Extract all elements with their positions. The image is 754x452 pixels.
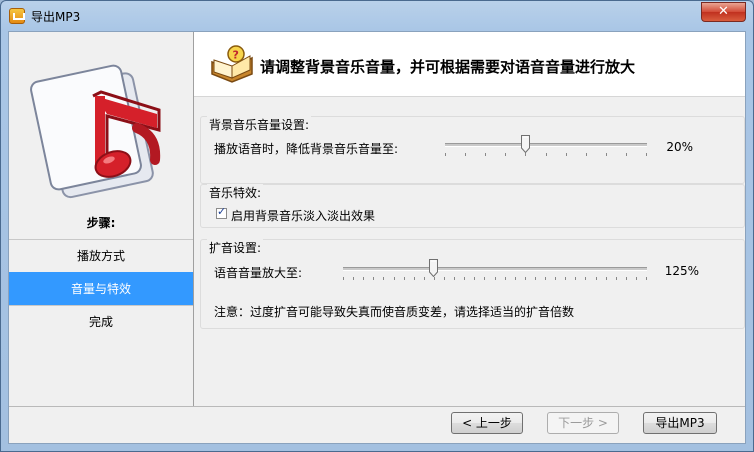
slider-tick xyxy=(525,277,526,280)
slider-tick xyxy=(636,277,637,280)
slider-tick xyxy=(454,277,455,280)
amplify-value: 125% xyxy=(664,264,699,278)
slider-tick xyxy=(535,277,536,280)
slider-tick xyxy=(464,277,465,280)
slider-tick xyxy=(515,277,516,280)
slider-tick xyxy=(444,277,445,280)
step-finish[interactable]: 完成 xyxy=(9,305,193,338)
slider-tick xyxy=(596,277,597,280)
slider-tick xyxy=(616,277,617,280)
slider-tick xyxy=(555,277,556,280)
slider-tick xyxy=(424,277,425,280)
slider-thumb[interactable] xyxy=(521,135,530,154)
slider-tick xyxy=(434,277,435,280)
book-help-icon: ? xyxy=(208,44,256,84)
slider-tick xyxy=(606,277,607,280)
export-mp3-window: 导出MP3 ✕ 步骤: 播放方式 音量与特效 完成 ? 请调整背景音乐音量，并可… xyxy=(0,0,754,452)
slider-tick xyxy=(404,277,405,280)
bg-volume-label: 播放语音时，降低背景音乐音量至: xyxy=(214,142,399,156)
bg-volume-group: 背景音乐音量设置: 播放语音时，降低背景音乐音量至: 20% xyxy=(200,116,745,184)
step-playback-mode[interactable]: 播放方式 xyxy=(9,239,193,272)
slider-tick xyxy=(343,277,344,280)
slider-tick xyxy=(646,153,647,156)
slider-tick xyxy=(545,277,546,280)
effects-group: 音乐特效: 启用背景音乐淡入淡出效果 xyxy=(200,184,745,228)
amplify-group: 扩音设置: 语音音量放大至: 125% 注意：过度扩音可能导致失真而使音质变差，… xyxy=(200,239,745,329)
fade-checkbox[interactable] xyxy=(216,205,227,219)
slider-tick xyxy=(505,153,506,156)
slider-tick xyxy=(465,153,466,156)
header-instruction: 请调整背景音乐音量，并可根据需要对语音音量进行放大 xyxy=(260,58,636,76)
amplify-group-title: 扩音设置: xyxy=(207,239,264,256)
amplify-slider[interactable] xyxy=(343,259,647,281)
bg-volume-slider[interactable] xyxy=(445,135,647,157)
amplify-note: 注意：过度扩音可能导致失真而使音质变差，请选择适当的扩音倍数 xyxy=(214,305,575,319)
svg-text:?: ? xyxy=(233,49,239,62)
slider-tick xyxy=(586,153,587,156)
slider-tick xyxy=(575,277,576,280)
music-note-icon xyxy=(9,32,193,202)
slider-tick xyxy=(606,153,607,156)
slider-tick xyxy=(525,153,526,156)
prev-button[interactable]: < 上一步 xyxy=(451,412,523,434)
slider-tick xyxy=(565,277,566,280)
title-bar[interactable]: 导出MP3 ✕ xyxy=(1,1,753,31)
footer-divider xyxy=(9,406,745,407)
slider-tick xyxy=(484,277,485,280)
slider-tick xyxy=(353,277,354,280)
slider-tick xyxy=(646,277,647,280)
app-crown-icon xyxy=(9,8,25,24)
bg-volume-value: 20% xyxy=(666,140,693,154)
dialog-client-area: 步骤: 播放方式 音量与特效 完成 ? 请调整背景音乐音量，并可根据需要对语音音… xyxy=(8,31,746,444)
bg-volume-group-title: 背景音乐音量设置: xyxy=(207,116,312,133)
slider-tick xyxy=(363,277,364,280)
slider-ticks xyxy=(343,277,647,281)
step-volume-effects[interactable]: 音量与特效 xyxy=(9,272,193,305)
page-header: ? 请调整背景音乐音量，并可根据需要对语音音量进行放大 xyxy=(194,32,745,97)
export-mp3-button[interactable]: 导出MP3 xyxy=(643,412,717,434)
steps-label: 步骤: xyxy=(86,216,116,230)
slider-tick xyxy=(626,153,627,156)
slider-tick xyxy=(566,153,567,156)
slider-tick xyxy=(626,277,627,280)
slider-tick xyxy=(394,277,395,280)
slider-tick xyxy=(414,277,415,280)
slider-tick xyxy=(485,153,486,156)
slider-tick xyxy=(383,277,384,280)
slider-tick xyxy=(445,153,446,156)
slider-thumb[interactable] xyxy=(429,259,438,278)
slider-tick xyxy=(546,153,547,156)
slider-tick xyxy=(474,277,475,280)
amplify-label: 语音音量放大至: xyxy=(214,266,303,280)
slider-tick xyxy=(373,277,374,280)
fade-checkbox-label[interactable]: 启用背景音乐淡入淡出效果 xyxy=(231,207,375,224)
effects-group-title: 音乐特效: xyxy=(207,184,264,201)
close-button[interactable]: ✕ xyxy=(701,2,746,22)
slider-tick xyxy=(505,277,506,280)
sidebar: 步骤: 播放方式 音量与特效 完成 xyxy=(9,32,194,406)
slider-ticks xyxy=(445,153,647,157)
slider-track xyxy=(445,143,647,147)
slider-track xyxy=(343,267,647,271)
next-button[interactable]: 下一步 > xyxy=(547,412,619,434)
slider-tick xyxy=(585,277,586,280)
slider-tick xyxy=(495,277,496,280)
window-title: 导出MP3 xyxy=(31,10,81,24)
